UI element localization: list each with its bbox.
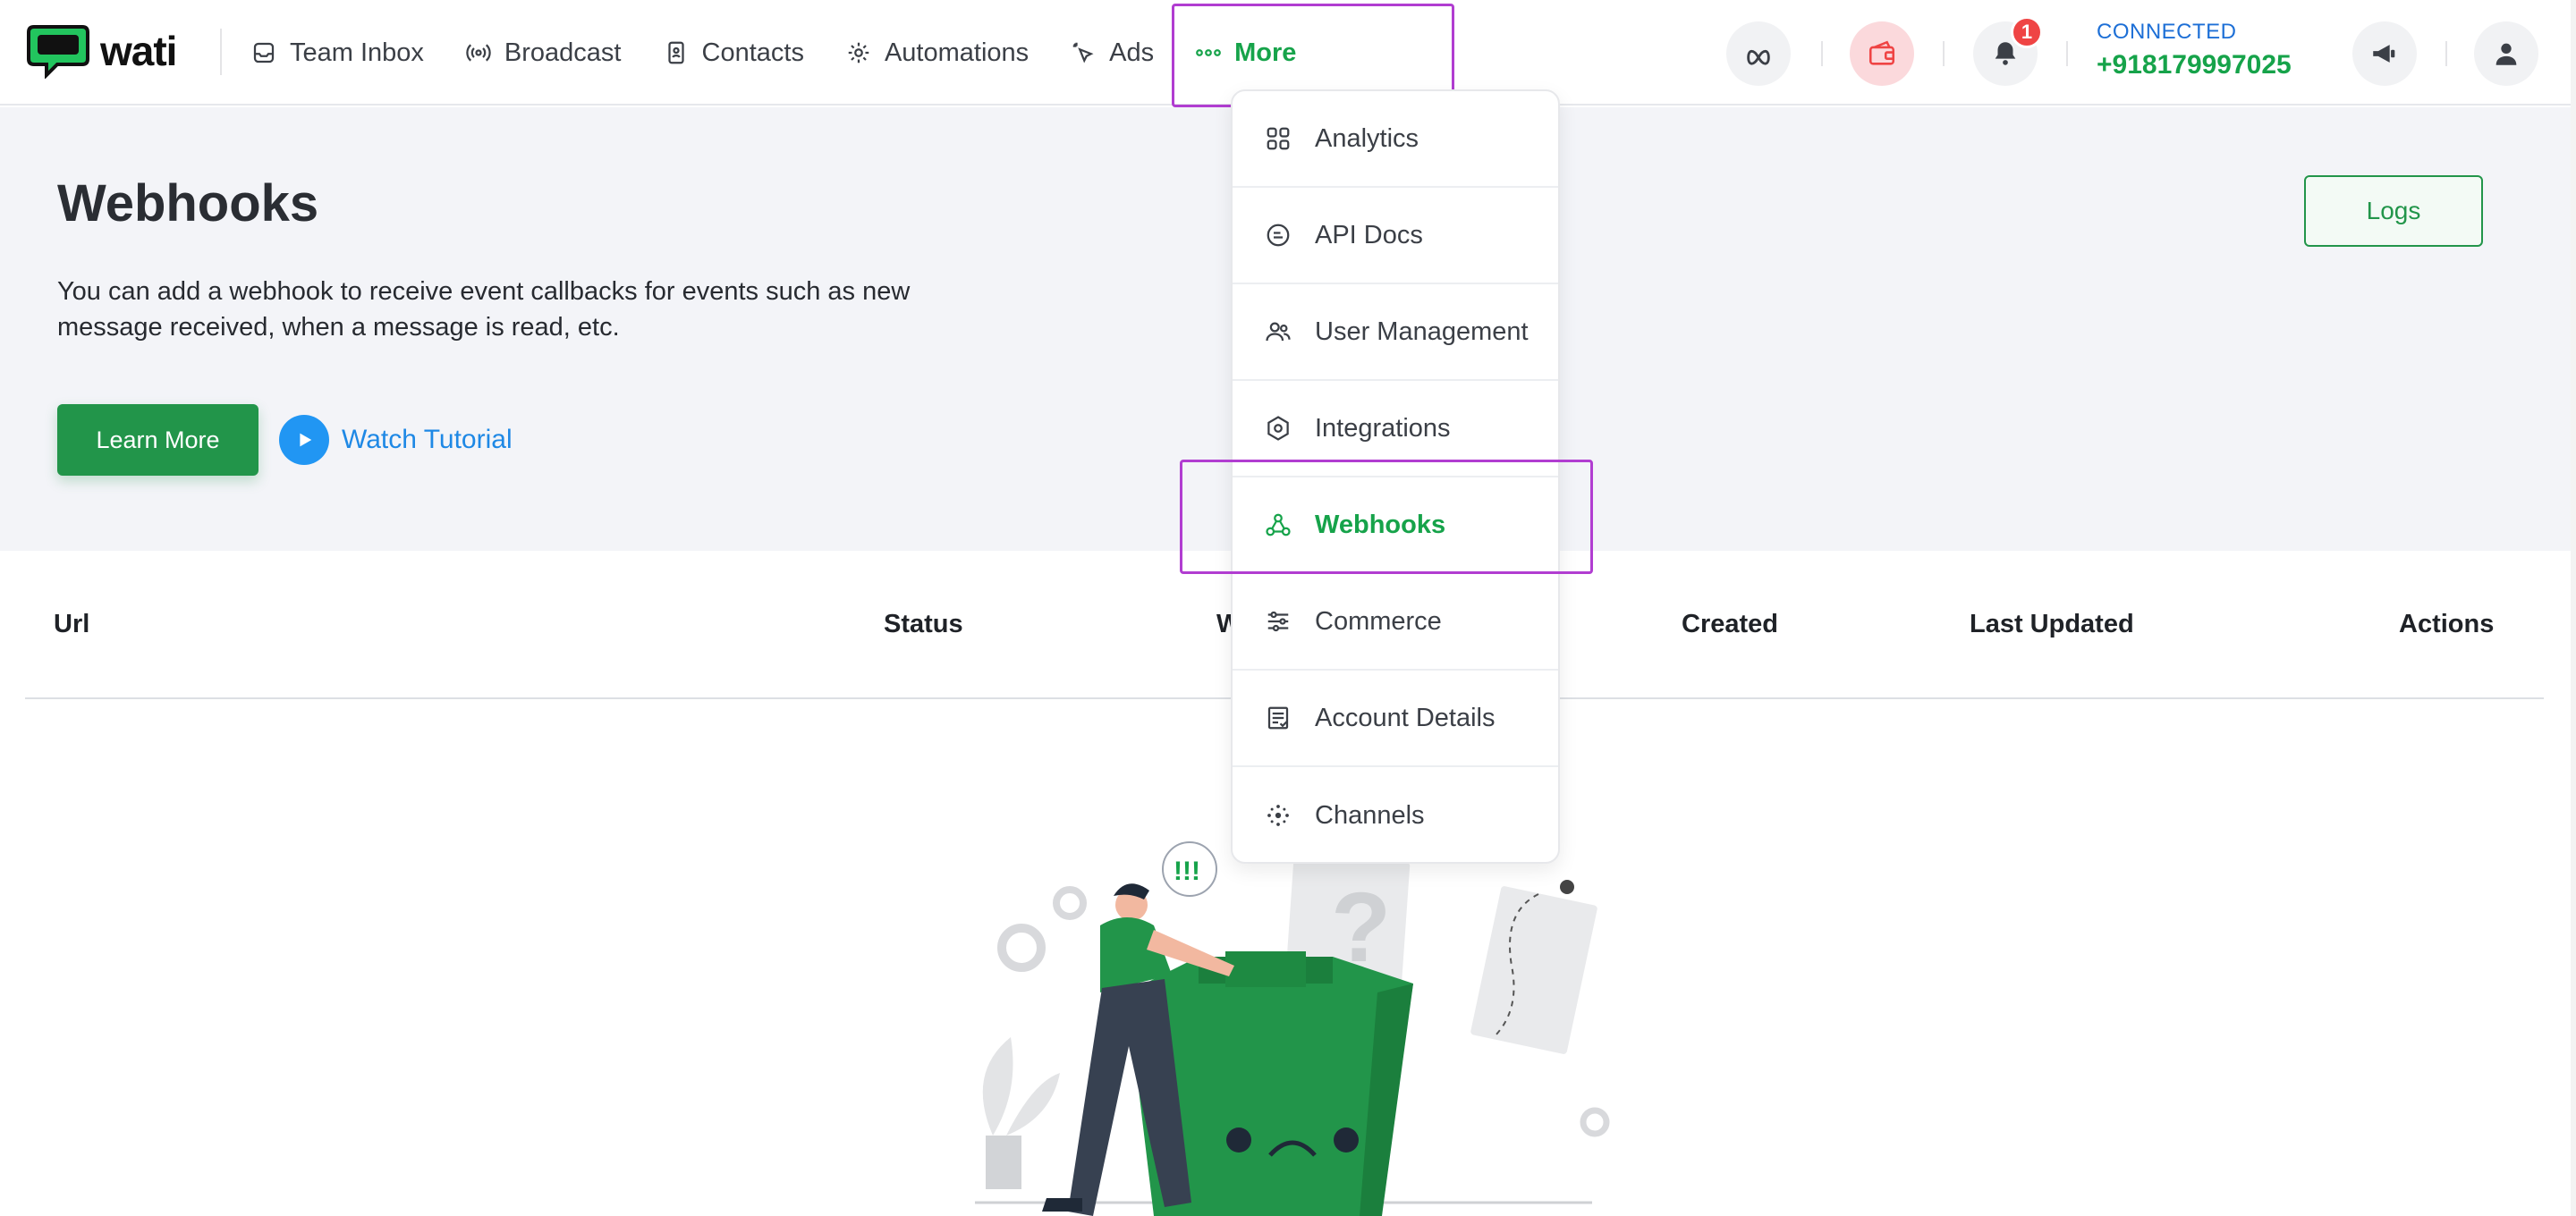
gear-icon xyxy=(1053,886,1087,920)
nav-divider xyxy=(220,29,222,75)
nav-team-inbox[interactable]: Team Inbox xyxy=(250,38,424,68)
menu-item-webhooks[interactable]: Webhooks xyxy=(1233,477,1558,574)
column-header-last-updated: Last Updated xyxy=(1970,610,2134,638)
page-title: Webhooks xyxy=(57,174,319,232)
play-icon xyxy=(279,415,329,465)
gear-icon xyxy=(848,42,869,63)
connected-phone-number: +918179997025 xyxy=(2097,50,2292,80)
menu-item-analytics-label: Analytics xyxy=(1315,123,1419,153)
wallet-icon xyxy=(1868,40,1895,65)
gear-icon xyxy=(1580,1107,1610,1137)
account-details-icon xyxy=(1267,706,1289,730)
user-avatar-icon xyxy=(2496,43,2517,65)
nav-team-inbox-label: Team Inbox xyxy=(290,38,424,67)
api-icon xyxy=(1267,224,1290,247)
menu-item-account-details[interactable]: Account Details xyxy=(1233,671,1558,767)
connection-status-label: CONNECTED xyxy=(2097,20,2237,44)
menu-item-api-docs[interactable]: API Docs xyxy=(1233,188,1558,284)
cursor-click-icon xyxy=(1072,42,1094,63)
notification-badge: 1 xyxy=(2011,16,2043,48)
nav-automations[interactable]: Automations xyxy=(845,38,1029,68)
menu-item-channels-label: Channels xyxy=(1315,800,1425,830)
menu-item-integrations-label: Integrations xyxy=(1315,413,1451,443)
megaphone-icon xyxy=(2373,45,2395,63)
nav-broadcast[interactable]: Broadcast xyxy=(465,38,622,68)
wallet-button[interactable] xyxy=(1850,21,1914,86)
channels-icon xyxy=(1267,805,1289,826)
column-header-url: Url xyxy=(54,610,90,638)
contacts-icon xyxy=(667,41,684,64)
nav-more-label: More xyxy=(1234,38,1297,67)
commerce-icon xyxy=(1267,611,1289,632)
menu-item-api-docs-label: API Docs xyxy=(1315,220,1423,249)
meta-infinity-icon xyxy=(1747,49,1770,65)
logs-button[interactable]: Logs xyxy=(2304,175,2483,247)
nav-automations-label: Automations xyxy=(884,38,1030,67)
empty-state-illustration: ? !!! xyxy=(975,841,1610,1216)
menu-item-commerce[interactable]: Commerce xyxy=(1233,574,1558,671)
broadcast-icon xyxy=(466,44,491,62)
toolbar-divider xyxy=(2445,41,2447,66)
menu-item-account-details-label: Account Details xyxy=(1315,703,1496,732)
more-dots-icon xyxy=(1196,49,1222,56)
column-header-actions: Actions xyxy=(2399,610,2495,638)
main-nav: Team Inbox Broadcast Contacts Automation… xyxy=(250,0,1337,106)
meta-button[interactable] xyxy=(1726,21,1791,86)
users-icon xyxy=(1266,322,1291,342)
logo-text: wati xyxy=(100,28,177,74)
toolbar-divider xyxy=(1821,41,1823,66)
menu-item-user-management[interactable]: User Management xyxy=(1233,284,1558,381)
menu-item-channels[interactable]: Channels xyxy=(1233,767,1558,862)
notifications-button[interactable]: 1 xyxy=(1973,16,2043,86)
nav-broadcast-label: Broadcast xyxy=(504,38,622,67)
paper-bg-right xyxy=(1470,886,1597,1054)
exclamation-text: !!! xyxy=(1174,857,1200,886)
menu-item-user-management-label: User Management xyxy=(1315,317,1529,346)
column-header-created: Created xyxy=(1682,610,1778,638)
announcements-button[interactable] xyxy=(2352,21,2417,86)
page-description: You can add a webhook to receive event c… xyxy=(57,277,911,342)
nav-contacts[interactable]: Contacts xyxy=(663,38,804,68)
profile-button[interactable] xyxy=(2474,21,2538,86)
toolbar-divider xyxy=(1943,41,1945,66)
toolbar-divider xyxy=(2066,41,2068,66)
watch-tutorial-label: Watch Tutorial xyxy=(342,425,513,454)
wati-logo[interactable]: wati xyxy=(27,23,177,79)
nav-ads-label: Ads xyxy=(1109,38,1155,67)
integrations-icon xyxy=(1267,416,1289,441)
menu-item-commerce-label: Commerce xyxy=(1315,606,1442,636)
menu-item-webhooks-label: Webhooks xyxy=(1315,510,1446,539)
grid-icon xyxy=(1267,127,1290,150)
page-scrollbar[interactable] xyxy=(2571,0,2576,1216)
watch-tutorial-link[interactable]: Watch Tutorial xyxy=(279,415,513,465)
learn-more-button[interactable]: Learn More xyxy=(57,404,258,476)
menu-item-analytics[interactable]: Analytics xyxy=(1233,91,1558,188)
chat-bubble-logo-icon xyxy=(27,25,89,79)
menu-item-integrations[interactable]: Integrations xyxy=(1233,381,1558,477)
nav-contacts-label: Contacts xyxy=(701,38,804,67)
more-dropdown-menu: Analytics API Docs User Management Integ… xyxy=(1231,89,1560,864)
nav-more[interactable]: More xyxy=(1195,38,1296,68)
inbox-icon xyxy=(253,42,275,63)
nav-ads[interactable]: Ads xyxy=(1070,38,1154,68)
gear-icon xyxy=(997,924,1046,972)
column-header-status: Status xyxy=(884,610,963,638)
webhook-icon xyxy=(1266,513,1291,536)
connection-status: CONNECTED +918179997025 xyxy=(2097,20,2292,80)
